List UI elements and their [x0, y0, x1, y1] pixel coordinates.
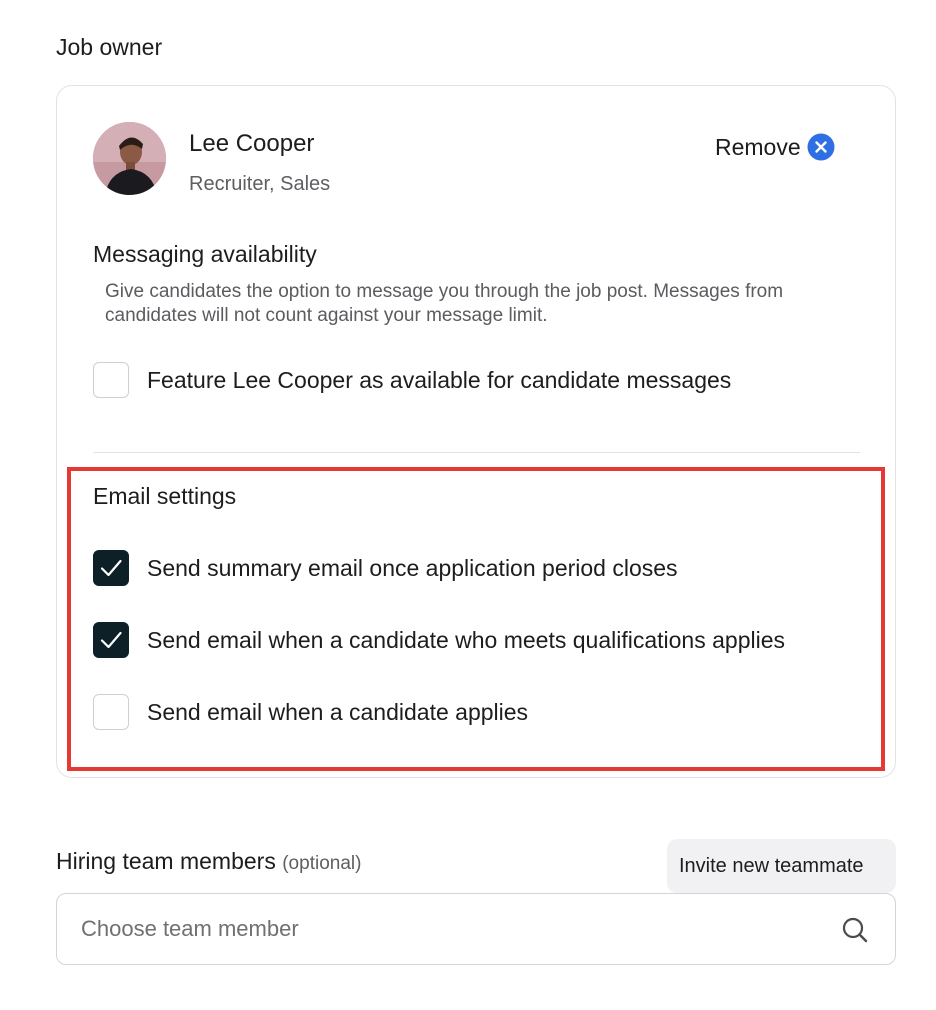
email-settings-title: Email settings: [93, 483, 237, 509]
search-input[interactable]: [81, 894, 821, 964]
messaging-checkbox[interactable]: [93, 362, 129, 398]
messaging-availability-title: Messaging availability: [93, 241, 317, 267]
email-option-qualified[interactable]: Send email when a candidate who meets qu…: [93, 622, 785, 658]
job-owner-card: [56, 85, 896, 778]
hiring-team-title-text: Hiring team members: [56, 848, 276, 874]
email-option-checkbox[interactable]: [93, 694, 129, 730]
owner-name: Lee Cooper: [189, 130, 315, 157]
email-option-any-applicant[interactable]: Send email when a candidate applies: [93, 694, 528, 730]
optional-label: (optional): [282, 853, 362, 874]
team-member-search[interactable]: [56, 893, 896, 965]
section-title-job-owner: Job owner: [56, 34, 163, 60]
checkmark-icon: [100, 559, 122, 577]
remove-button[interactable]: Remove: [715, 131, 835, 163]
email-option-checkbox[interactable]: [93, 550, 129, 586]
checkmark-icon: [100, 631, 122, 649]
close-circle-icon: [807, 133, 835, 161]
hiring-team-title: Hiring team members (optional): [56, 848, 361, 875]
email-option-label: Send email when a candidate who meets qu…: [147, 626, 786, 653]
divider: [93, 452, 860, 453]
owner-role: Recruiter, Sales: [189, 173, 331, 195]
email-option-summary[interactable]: Send summary email once application peri…: [93, 550, 678, 586]
email-option-label: Send summary email once application peri…: [147, 554, 678, 581]
invite-teammate-button[interactable]: Invite new teammate: [667, 839, 896, 893]
avatar: [93, 122, 166, 195]
messaging-description: Give candidates the option to message yo…: [105, 281, 784, 326]
messaging-option[interactable]: Feature Lee Cooper as available for cand…: [93, 362, 731, 398]
remove-label: Remove: [715, 133, 801, 160]
search-icon[interactable]: [841, 916, 869, 944]
email-option-label: Send email when a candidate applies: [147, 698, 529, 725]
messaging-option-label: Feature Lee Cooper as available for cand…: [147, 366, 732, 393]
email-option-checkbox[interactable]: [93, 622, 129, 658]
